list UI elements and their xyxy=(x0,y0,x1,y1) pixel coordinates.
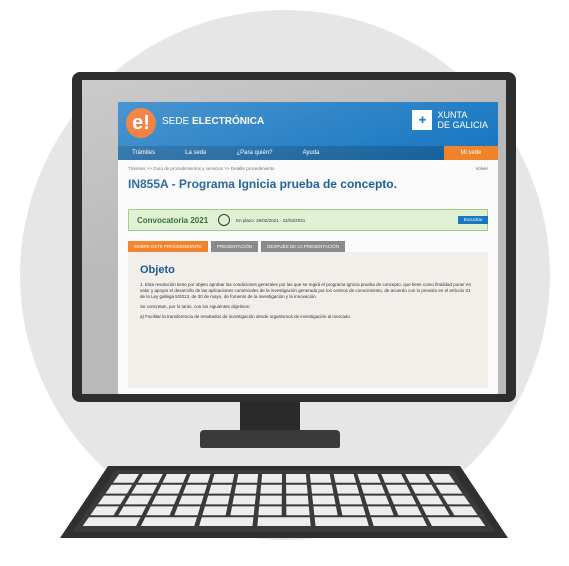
tab-despues-presentacion[interactable]: DESPUÉS DE LA PRESENTACIÓN xyxy=(261,241,346,252)
monitor: e! SEDE ELECTRÓNICA ✚ XUNTA DE GALICIA T… xyxy=(72,72,516,402)
keyboard-key xyxy=(313,506,338,516)
keyboard-key xyxy=(187,474,211,483)
keyboard-key xyxy=(208,484,233,494)
nav-item-ayuda[interactable]: Ayuda xyxy=(303,150,320,156)
paragraph: Se concretan, por lo tanto, con los sigu… xyxy=(140,304,251,309)
sede-logo-icon[interactable]: e! xyxy=(126,108,156,138)
monitor-base xyxy=(200,430,340,448)
keyboard-key xyxy=(234,484,257,494)
paragraph: 1. Esta resolución tiene por objeto apro… xyxy=(140,282,471,299)
mi-sede-button[interactable]: Mi sede xyxy=(444,146,498,160)
tab-bar: SOBRE ESTE PROCEDIMIENTO PRESENTACIÓN DE… xyxy=(128,241,488,252)
keyboard-key xyxy=(311,484,334,494)
paragraph: a) Facilitar la transferencia de resulta… xyxy=(140,314,352,319)
keyboard-key xyxy=(82,517,141,526)
keyboard-key xyxy=(338,495,363,505)
keyboard-key xyxy=(371,517,428,526)
keyboard-key xyxy=(202,506,228,516)
keyboard-key xyxy=(357,474,381,483)
plazo-text: En plazo: 26/02/2021 - 22/03/2021 xyxy=(236,217,306,223)
monitor-neck xyxy=(240,402,300,432)
keyboard-key xyxy=(390,495,417,505)
nav-item-para-quien[interactable]: ¿Para quién? xyxy=(236,150,272,156)
keyboard-illustration xyxy=(60,466,508,538)
keyboard-key xyxy=(385,484,411,494)
keyboard-key xyxy=(427,517,486,526)
keyboard-key xyxy=(286,474,307,483)
keyboard-key xyxy=(333,474,357,483)
main-nav: Trámites La sede ¿Para quién? Ayuda Mi s… xyxy=(118,146,498,160)
convocatoria-label: Convocatoria 2021 xyxy=(137,215,209,225)
keyboard-key xyxy=(312,495,336,505)
keyboard-key xyxy=(314,517,369,526)
keyboard-key xyxy=(394,506,422,516)
keyboard-key xyxy=(286,484,308,494)
keyboard-key xyxy=(340,506,366,516)
tab-sobre-procedimiento[interactable]: SOBRE ESTE PROCEDIMIENTO xyxy=(128,241,208,252)
section-heading: Objeto xyxy=(140,264,175,276)
keyboard-key xyxy=(205,495,230,505)
breadcrumb-path[interactable]: Trámites >> Guía de procedimientos y ser… xyxy=(128,166,274,171)
convocatoria-banner: Convocatoria 2021 En plazo: 26/02/2021 -… xyxy=(128,209,488,231)
keyboard-key xyxy=(232,495,256,505)
keyboard-key xyxy=(174,506,201,516)
keyboard-key xyxy=(286,506,310,516)
keyboard-key xyxy=(360,484,386,494)
xunta-logo[interactable]: ✚ XUNTA DE GALICIA xyxy=(412,110,488,130)
site-title: SEDE ELECTRÓNICA xyxy=(162,116,265,127)
browser-page: e! SEDE ELECTRÓNICA ✚ XUNTA DE GALICIA T… xyxy=(118,102,498,394)
keyboard-key xyxy=(182,484,208,494)
keyboard-key xyxy=(258,506,282,516)
keyboard-key xyxy=(259,495,282,505)
clock-icon xyxy=(218,214,231,226)
keyboard-key xyxy=(286,495,309,505)
keyboard-key xyxy=(236,474,259,483)
content-panel: Objeto 1. Esta resolución tiene por obje… xyxy=(128,252,488,388)
keyboard-key xyxy=(199,517,254,526)
page-title: IN855A - Programa Ignicia prueba de conc… xyxy=(128,177,397,191)
xunta-flag-icon: ✚ xyxy=(412,110,433,130)
keyboard-key xyxy=(260,484,282,494)
keyboard-key xyxy=(335,484,360,494)
nav-item-la-sede[interactable]: La sede xyxy=(185,150,206,156)
keyboard-key xyxy=(140,517,197,526)
keyboard-key xyxy=(151,495,178,505)
volver-link[interactable]: Volver xyxy=(475,166,488,171)
site-header: e! SEDE ELECTRÓNICA ✚ XUNTA DE GALICIA xyxy=(118,102,498,146)
keyboard-key xyxy=(261,474,282,483)
keyboard xyxy=(60,466,508,538)
keyboard-key xyxy=(157,484,183,494)
nav-item-tramites[interactable]: Trámites xyxy=(132,150,155,156)
screen: e! SEDE ELECTRÓNICA ✚ XUNTA DE GALICIA T… xyxy=(82,80,506,394)
keyboard-key xyxy=(230,506,255,516)
keyboard-key xyxy=(146,506,174,516)
keyboard-key xyxy=(178,495,204,505)
keyboard-key xyxy=(211,474,235,483)
keyboard-key xyxy=(309,474,332,483)
tab-presentacion[interactable]: PRESENTACIÓN xyxy=(210,241,259,252)
escuchar-button[interactable]: Escuchar xyxy=(458,216,488,224)
keyboard-key xyxy=(364,495,390,505)
keyboard-key xyxy=(257,517,311,526)
keyboard-key xyxy=(367,506,394,516)
breadcrumb: Trámites >> Guía de procedimientos y ser… xyxy=(128,166,488,171)
